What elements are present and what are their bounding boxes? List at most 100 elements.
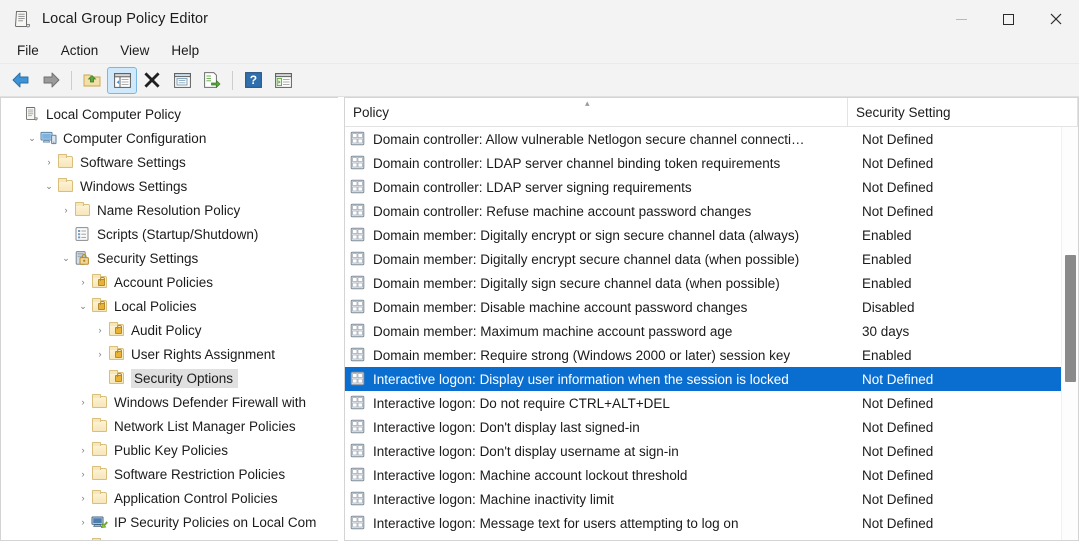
menu-file[interactable]: File: [6, 40, 50, 61]
policy-name: Domain member: Disable machine account p…: [373, 299, 748, 315]
policy-row[interactable]: Domain member: Disable machine account p…: [345, 295, 1078, 319]
policy-document-icon: [23, 106, 41, 122]
folder-icon: [57, 178, 75, 194]
policy-row[interactable]: Interactive logon: Machine account locko…: [345, 463, 1078, 487]
policy-security-setting: Not Defined: [862, 131, 934, 147]
menu-help[interactable]: Help: [160, 40, 210, 61]
up-one-level-button[interactable]: [77, 67, 107, 94]
delete-button[interactable]: [137, 67, 167, 94]
tree-item-label: Audit Policy: [131, 322, 202, 338]
policy-row[interactable]: Domain member: Require strong (Windows 2…: [345, 343, 1078, 367]
tree-item-name-resolution-policy[interactable]: › Name Resolution Policy: [1, 198, 338, 222]
extended-view-button[interactable]: [268, 67, 298, 94]
tree-item-advanced-audit-policy-configura[interactable]: ›Advanced Audit Policy Configura: [1, 534, 338, 540]
policy-row[interactable]: Interactive logon: Machine inactivity li…: [345, 487, 1078, 511]
extended-view-icon: [274, 72, 292, 88]
policy-row[interactable]: Interactive logon: Don't display usernam…: [345, 439, 1078, 463]
chevron-down-icon[interactable]: ⌄: [75, 301, 91, 312]
policy-name: Interactive logon: Message text for user…: [373, 515, 739, 531]
tree-item-label: Software Restriction Policies: [114, 466, 286, 482]
show-hide-console-tree-button[interactable]: [107, 66, 137, 94]
properties-button[interactable]: [167, 67, 197, 94]
chevron-right-icon[interactable]: ›: [75, 445, 91, 455]
tree-item-windows-defender-firewall-with[interactable]: › Windows Defender Firewall with: [1, 390, 338, 414]
help-button[interactable]: ?: [238, 67, 268, 94]
folder-lock-icon: [108, 346, 126, 362]
window-controls: [938, 0, 1079, 38]
tree-item-label: User Rights Assignment: [131, 346, 276, 362]
policy-name: Domain controller: LDAP server channel b…: [373, 155, 781, 171]
tree-item-audit-policy[interactable]: › Audit Policy: [1, 318, 338, 342]
tree-item-windows-settings[interactable]: ⌄ Windows Settings: [1, 174, 338, 198]
tree-item-label: Application Control Policies: [114, 490, 278, 506]
console-tree-panel[interactable]: Local Computer Policy ⌄ Computer Configura…: [0, 97, 338, 541]
chevron-right-icon[interactable]: ›: [92, 349, 108, 359]
tree-item-security-settings[interactable]: ⌄ Security Settings: [1, 246, 338, 270]
console-tree-icon: [113, 72, 131, 88]
policy-security-setting: 30 days: [862, 323, 910, 339]
chevron-down-icon[interactable]: ⌄: [58, 253, 74, 264]
chevron-right-icon[interactable]: ›: [75, 397, 91, 407]
tree-item-scripts-startup-shutdown[interactable]: Scripts (Startup/Shutdown): [1, 222, 338, 246]
policy-security-setting: Not Defined: [862, 371, 934, 387]
tree-item-local-policies[interactable]: ⌄ Local Policies: [1, 294, 338, 318]
policy-row[interactable]: Domain member: Digitally sign secure cha…: [345, 271, 1078, 295]
security-policy-icon: [350, 131, 367, 147]
security-policy-icon: [350, 203, 367, 219]
chevron-down-icon[interactable]: ⌄: [24, 133, 40, 144]
menu-view[interactable]: View: [109, 40, 160, 61]
chevron-right-icon[interactable]: ›: [92, 325, 108, 335]
policy-security-setting: Not Defined: [862, 395, 934, 411]
tree-item-label: Security Options: [131, 368, 239, 388]
policy-row[interactable]: Domain controller: LDAP server signing r…: [345, 175, 1078, 199]
policy-name: Domain member: Maximum machine account p…: [373, 323, 733, 339]
policy-row[interactable]: Interactive logon: Message text for user…: [345, 511, 1078, 535]
tree-item-application-control-policies[interactable]: › Application Control Policies: [1, 486, 338, 510]
tree-item-account-policies[interactable]: › Account Policies: [1, 270, 338, 294]
tree-item-software-restriction-policies[interactable]: › Software Restriction Policies: [1, 462, 338, 486]
forward-button[interactable]: [36, 67, 66, 94]
column-header-policy[interactable]: Policy ▴: [345, 98, 848, 127]
chevron-right-icon[interactable]: ›: [75, 277, 91, 287]
export-list-button[interactable]: [197, 67, 227, 94]
policy-row[interactable]: Domain member: Digitally encrypt or sign…: [345, 223, 1078, 247]
chevron-right-icon[interactable]: ›: [41, 157, 57, 167]
policy-row[interactable]: Interactive logon: Display user informat…: [345, 367, 1078, 391]
security-settings-icon: [74, 250, 92, 266]
scrollbar-thumb[interactable]: [1065, 255, 1076, 382]
chevron-right-icon[interactable]: ›: [75, 469, 91, 479]
chevron-right-icon[interactable]: ›: [75, 493, 91, 503]
close-button[interactable]: [1032, 0, 1079, 38]
chevron-right-icon[interactable]: ›: [75, 517, 91, 527]
tree-item-public-key-policies[interactable]: › Public Key Policies: [1, 438, 338, 462]
policy-row[interactable]: Domain member: Digitally encrypt secure …: [345, 247, 1078, 271]
tree-item-local-computer-policy[interactable]: Local Computer Policy: [1, 102, 338, 126]
column-header-security-setting[interactable]: Security Setting: [848, 98, 1078, 127]
menu-bar: File Action View Help: [0, 38, 1079, 64]
policy-name: Interactive logon: Machine inactivity li…: [373, 491, 614, 507]
tree-item-computer-configuration[interactable]: ⌄ Computer Configuration: [1, 126, 338, 150]
tree-item-ip-security-policies-on-local-com[interactable]: › IP Security Policies on Local Com: [1, 510, 338, 534]
chevron-down-icon[interactable]: ⌄: [41, 181, 57, 192]
chevron-right-icon[interactable]: ›: [58, 205, 74, 215]
folder-icon: [91, 394, 109, 410]
toolbar: ?: [0, 64, 1079, 97]
menu-action[interactable]: Action: [50, 40, 110, 61]
policy-security-setting: Enabled: [862, 251, 912, 267]
policy-row[interactable]: Interactive logon: Do not require CTRL+A…: [345, 391, 1078, 415]
back-button[interactable]: [6, 67, 36, 94]
policy-row[interactable]: Interactive logon: Don't display last si…: [345, 415, 1078, 439]
minimize-button[interactable]: [938, 0, 985, 38]
tree-item-user-rights-assignment[interactable]: › User Rights Assignment: [1, 342, 338, 366]
tree-item-security-options[interactable]: Security Options: [1, 366, 338, 390]
policy-row[interactable]: Domain controller: LDAP server channel b…: [345, 151, 1078, 175]
policy-row[interactable]: Domain member: Maximum machine account p…: [345, 319, 1078, 343]
tree-item-label: Computer Configuration: [63, 130, 207, 146]
back-arrow-icon: [12, 72, 29, 88]
tree-item-network-list-manager-policies[interactable]: Network List Manager Policies: [1, 414, 338, 438]
tree-item-software-settings[interactable]: › Software Settings: [1, 150, 338, 174]
vertical-scrollbar[interactable]: [1061, 127, 1078, 540]
policy-row[interactable]: Domain controller: Allow vulnerable Netl…: [345, 127, 1078, 151]
maximize-button[interactable]: [985, 0, 1032, 38]
policy-row[interactable]: Domain controller: Refuse machine accoun…: [345, 199, 1078, 223]
